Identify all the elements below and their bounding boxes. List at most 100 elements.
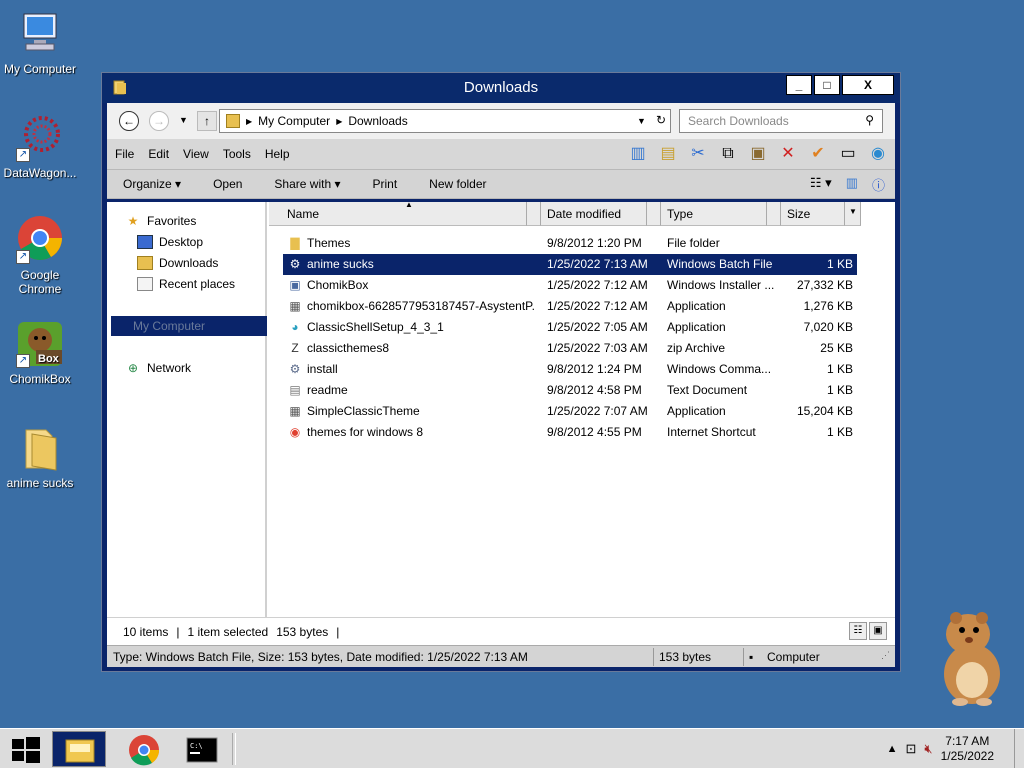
copy-icon[interactable]: ⧉ [717, 143, 739, 165]
shortcut-arrow-icon: ↗ [16, 250, 30, 264]
search-icon[interactable]: ⚲ [865, 113, 874, 127]
large-icons-view-icon[interactable]: ▣ [869, 622, 887, 640]
minimize-button[interactable]: _ [786, 75, 812, 95]
column-dropdown[interactable]: ▼ [845, 202, 861, 226]
show-hidden-icons-icon[interactable]: ▲ [887, 743, 898, 755]
status-size: 153 bytes [659, 650, 712, 664]
file-name: classicthemes8 [307, 341, 390, 355]
file-row[interactable]: ▇ Themes 9/8/2012 1:20 PM File folder [283, 233, 857, 254]
file-name: ClassicShellSetup_4_3_1 [307, 320, 444, 334]
refresh-icon[interactable]: ↻ [656, 113, 666, 129]
back-button[interactable]: ← [119, 111, 139, 131]
file-type: Application [667, 404, 726, 418]
menu-file[interactable]: File [115, 147, 134, 161]
file-row[interactable]: ◕ ClassicShellSetup_4_3_1 1/25/2022 7:05 A… [283, 317, 857, 338]
close-button[interactable]: X [842, 75, 894, 95]
breadcrumb-arrow-icon[interactable]: ▶ [246, 117, 252, 126]
star-icon: ★ [127, 214, 139, 228]
desktop-icon-anime-sucks[interactable]: anime sucks [0, 424, 80, 490]
hamster-mascot[interactable] [932, 608, 1012, 708]
folder-options-icon[interactable]: ▤ [657, 143, 679, 165]
clock[interactable]: 7:17 AM 1/25/2022 [941, 734, 994, 764]
file-size: 1 KB [826, 362, 853, 376]
taskbar-chrome[interactable] [116, 731, 170, 767]
menu-view[interactable]: View [183, 147, 209, 161]
show-desktop-button[interactable] [1014, 729, 1024, 768]
up-arrow-icon: ↑ [204, 114, 210, 128]
breadcrumb-arrow-icon[interactable]: ▶ [336, 117, 342, 126]
recent-locations-dropdown[interactable]: ▼ [179, 115, 188, 125]
nav-my-computer[interactable]: My Computer [111, 316, 267, 336]
cut-icon[interactable]: ✂ [687, 143, 709, 165]
menu-edit[interactable]: Edit [148, 147, 169, 161]
search-input[interactable]: Search Downloads ⚲ [679, 109, 883, 133]
desktop-icon-my-computer[interactable]: My Computer [0, 10, 80, 76]
resize-grip-icon[interactable]: ⋰ [881, 650, 890, 661]
preview-pane-icon[interactable]: ▥ [846, 175, 858, 194]
nav-downloads[interactable]: Downloads [137, 256, 218, 270]
nav-label: Network [147, 361, 192, 375]
network-icon: ⊕ [127, 361, 139, 375]
desktop-icon-datawagon[interactable]: ↗ DataWagon... [0, 114, 80, 180]
volume-muted-icon[interactable]: 🔇︎ [924, 741, 932, 757]
file-name: SimpleClassicTheme [307, 404, 420, 418]
desktop-icon-google-chrome[interactable]: ↗ Google Chrome [0, 216, 80, 296]
file-row[interactable]: ▣ ChomikBox 1/25/2022 7:12 AM Windows Insta… [283, 275, 857, 296]
desktop-icon-chomikbox[interactable]: Box ↗ ChomikBox [0, 320, 80, 386]
organize-button[interactable]: Organize ▾ [123, 177, 181, 191]
breadcrumb-my-computer[interactable]: My Computer [258, 114, 330, 128]
address-box[interactable]: ▶ My Computer ▶ Downloads ▼ ↻ [219, 109, 671, 133]
downloads-folder-icon [137, 256, 153, 270]
up-button[interactable]: ↑ [197, 111, 217, 131]
file-row[interactable]: ▤ readme 9/8/2012 4:58 PM Text Document 1 KB [283, 380, 857, 401]
print-button[interactable]: Print [372, 177, 397, 191]
chrome-icon: ↗ [16, 216, 64, 264]
nav-label: My Computer [133, 319, 206, 333]
maximize-button[interactable]: □ [814, 75, 840, 95]
menu-tools[interactable]: Tools [223, 147, 251, 161]
column-name[interactable]: Name ▲ [269, 200, 527, 226]
new-folder-button[interactable]: New folder [429, 177, 486, 191]
rename-icon[interactable]: ▭ [837, 143, 859, 165]
details-view-icon[interactable]: ☷ [849, 622, 867, 640]
properties-check-icon[interactable]: ✔ [807, 143, 829, 165]
file-row[interactable]: ⚙ anime sucks 1/25/2022 7:13 AM Windows Bat… [283, 254, 857, 275]
network-tray-icon[interactable]: ⊡ [906, 741, 917, 757]
file-row[interactable]: Zclassicthemes8 1/25/2022 7:03 AM zip Arch… [283, 338, 857, 359]
svg-text:C:\: C:\ [190, 742, 203, 750]
text-file-icon: ▤ [289, 383, 301, 397]
breadcrumb-downloads[interactable]: Downloads [348, 114, 407, 128]
open-button[interactable]: Open [213, 177, 242, 191]
column-type[interactable]: Type [661, 202, 767, 226]
nav-desktop[interactable]: Desktop [137, 235, 203, 249]
paste-icon[interactable]: ▣ [747, 143, 769, 165]
nav-network[interactable]: ⊕ Network [125, 361, 191, 375]
taskbar-explorer[interactable] [52, 731, 106, 767]
address-dropdown-icon[interactable]: ▼ [637, 113, 646, 129]
chevron-down-icon: ▼ [849, 207, 857, 216]
column-size[interactable]: Size [781, 202, 845, 226]
shortcut-arrow-icon: ↗ [16, 354, 30, 368]
forward-button[interactable]: → [149, 111, 169, 131]
nav-favorites[interactable]: ★ Favorites [125, 214, 197, 228]
layout-pane-icon[interactable]: ▥ [627, 143, 649, 165]
globe-icon[interactable]: ◉ [867, 143, 889, 165]
title-bar[interactable]: Downloads _ □ X [102, 73, 900, 103]
taskbar: C:\ ▲ ⊡ 🔇︎ 7:17 AM 1/25/2022 [0, 728, 1024, 768]
file-row[interactable]: ▦ chomikbox-6628577953187457-AsystentP...… [283, 296, 857, 317]
nav-recent-places[interactable]: Recent places [137, 277, 235, 291]
file-row[interactable]: ◉ themes for windows 8 9/8/2012 4:55 PM Int… [283, 422, 857, 443]
column-date-modified[interactable]: Date modified [541, 202, 647, 226]
menu-help[interactable]: Help [265, 147, 290, 161]
column-label: Date modified [547, 207, 622, 221]
view-options-icon[interactable]: ☷ ▾ [810, 175, 832, 194]
help-icon[interactable]: ⓘ [872, 175, 885, 194]
file-row[interactable]: ▦ SimpleClassicTheme 1/25/2022 7:07 AM Appl… [283, 401, 857, 422]
file-date: 1/25/2022 7:05 AM [547, 320, 648, 334]
taskbar-command-prompt[interactable]: C:\ [174, 731, 228, 767]
start-button[interactable] [4, 733, 46, 765]
share-with-button[interactable]: Share with ▾ [274, 177, 340, 191]
file-row[interactable]: ⚙ install 9/8/2012 1:24 PM Windows Comma...… [283, 359, 857, 380]
delete-icon[interactable]: ✕ [777, 143, 799, 165]
clock-date: 1/25/2022 [940, 749, 994, 763]
